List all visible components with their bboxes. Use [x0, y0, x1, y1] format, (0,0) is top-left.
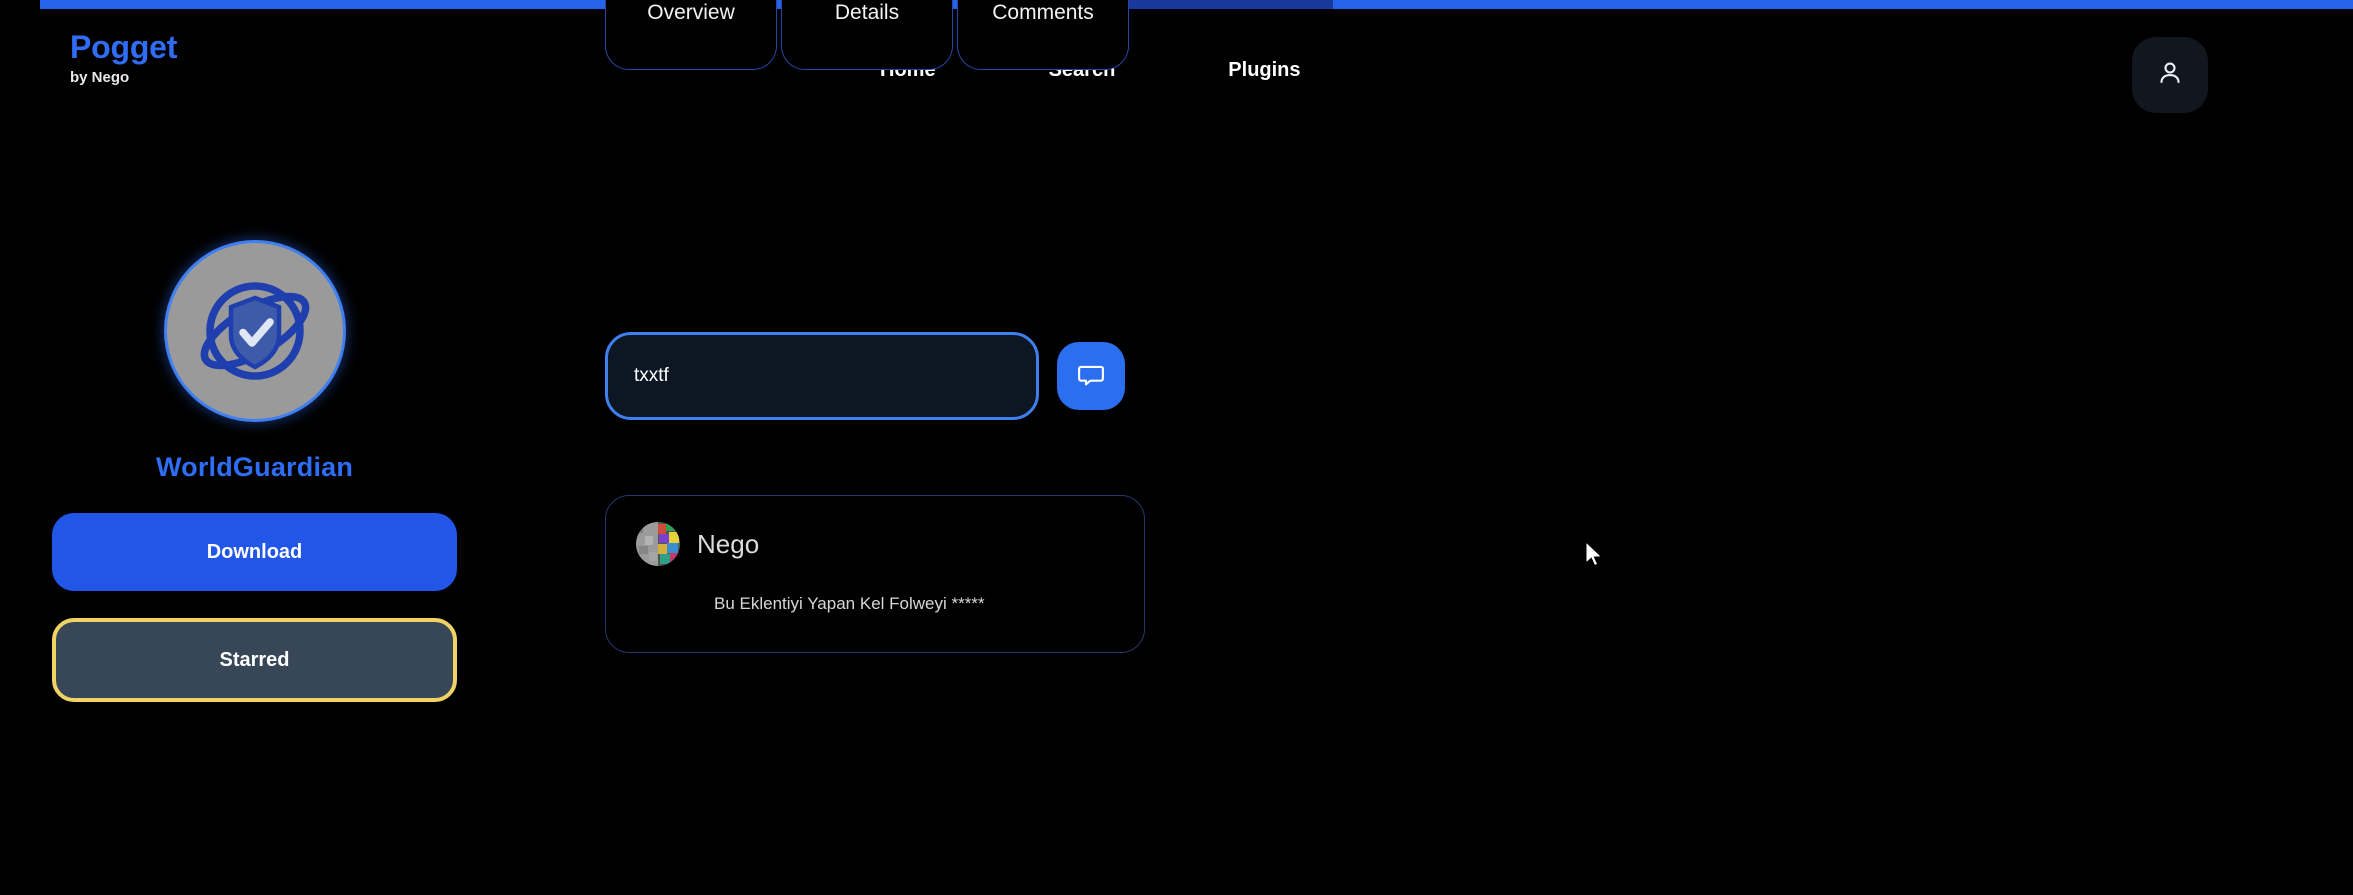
tab-comments[interactable]: Comments — [957, 0, 1129, 70]
comment-author: Nego — [697, 528, 760, 559]
user-icon — [2155, 58, 2185, 93]
site-header: Pogget by Nego Home Search Plugins — [0, 9, 2353, 149]
comment-composer — [605, 332, 1125, 420]
brand-subtitle: by Nego — [70, 69, 130, 86]
brand-title: Pogget — [70, 29, 178, 65]
detail-tabs: Overview Details Comments — [605, 0, 1129, 70]
plugin-icon — [163, 240, 346, 422]
comment-bubble-icon — [1076, 360, 1106, 393]
account-button[interactable] — [2132, 37, 2208, 113]
browser-top-bar — [40, 0, 2353, 9]
tab-details[interactable]: Details — [781, 0, 953, 70]
plugin-summary-panel: WorldGuardian Download Starred — [52, 240, 457, 702]
comment-text: Bu Eklentiyi Yapan Kel Folweyi ***** — [714, 594, 985, 613]
avatar — [636, 522, 680, 566]
comment-card: Nego Bu Eklentiyi Yapan Kel Folweyi ****… — [605, 495, 1145, 653]
world-guardian-shield-icon — [180, 256, 330, 406]
nav-item-plugins[interactable]: Plugins — [1228, 59, 1300, 82]
send-comment-button[interactable] — [1057, 342, 1125, 410]
comment-input[interactable] — [605, 332, 1039, 420]
comment-list: Nego Bu Eklentiyi Yapan Kel Folweyi ****… — [605, 495, 1145, 653]
user-avatar-image — [636, 522, 680, 566]
brand-logo[interactable]: Pogget by Nego — [70, 31, 177, 85]
comment-header: Nego — [636, 522, 1114, 566]
plugin-title: WorldGuardian — [155, 452, 354, 482]
plugin-action-buttons: Download Starred — [52, 513, 457, 702]
mouse-cursor — [1584, 540, 1606, 570]
tab-overview[interactable]: Overview — [605, 0, 777, 70]
download-button[interactable]: Download — [52, 513, 457, 591]
starred-button[interactable]: Starred — [52, 618, 457, 702]
